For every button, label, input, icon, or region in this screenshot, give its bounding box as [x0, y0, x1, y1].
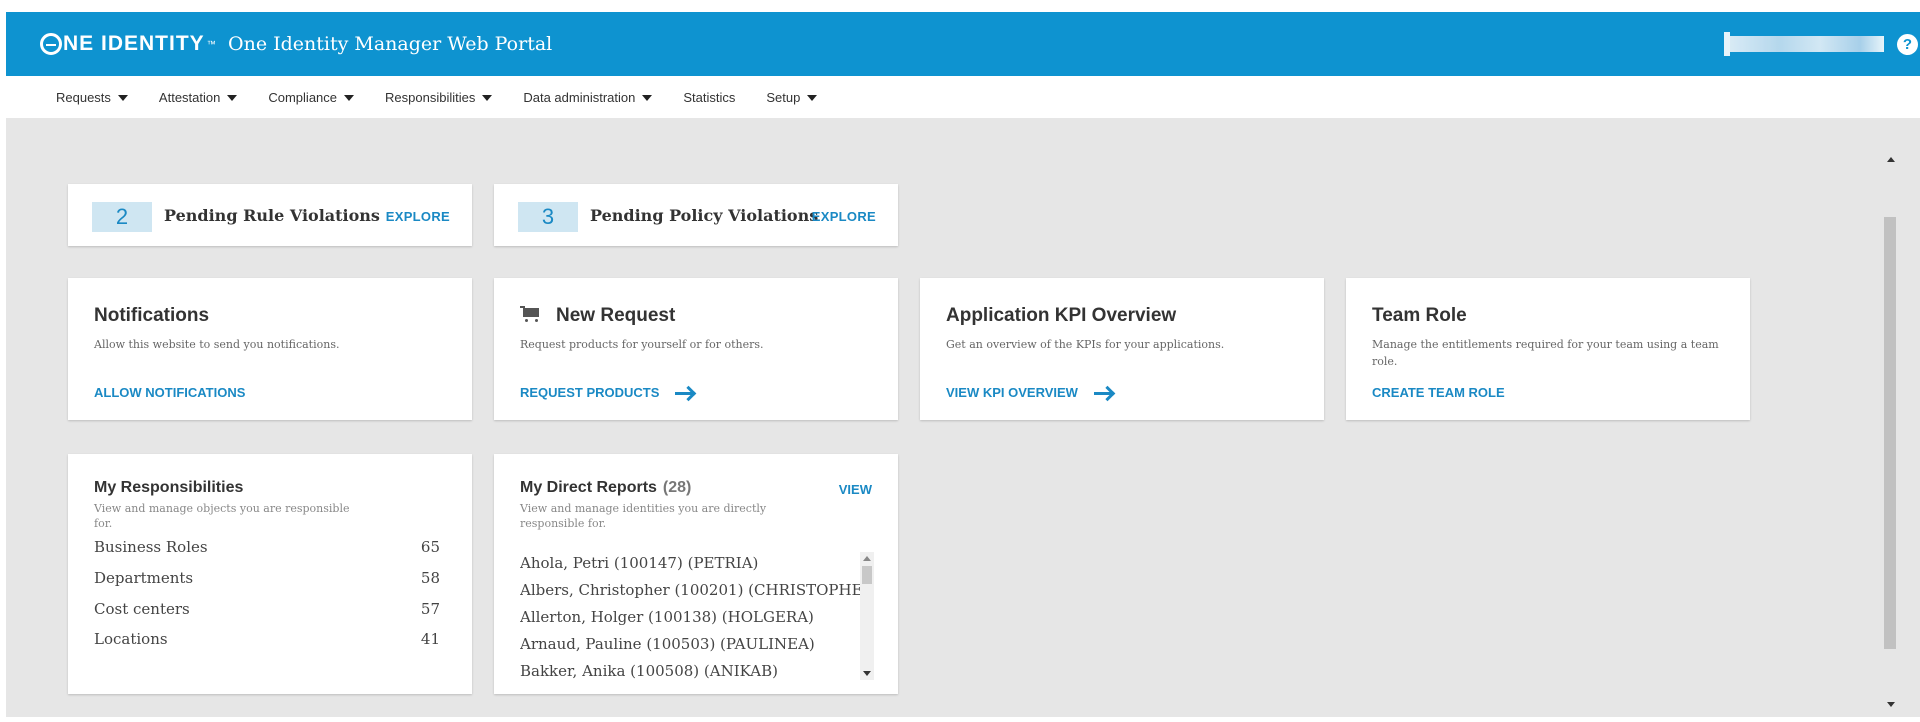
one-identity-logo[interactable]: NE IDENTITY ™	[40, 29, 217, 59]
responsibility-row-cost-centers[interactable]: Cost centers 57	[94, 600, 440, 618]
notifications-tile: Notifications Allow this website to send…	[68, 278, 472, 420]
create-team-role-link[interactable]: CREATE TEAM ROLE	[1372, 385, 1505, 400]
logo-o-icon	[40, 33, 62, 55]
my-direct-reports-card: My Direct Reports (28) VIEW View and mana…	[494, 454, 898, 694]
my-direct-reports-description: View and manage identities you are direc…	[520, 502, 767, 530]
direct-reports-list[interactable]: Ahola, Petri (100147) (PETRIA) Albers, C…	[520, 550, 874, 684]
nav-compliance[interactable]: Compliance	[268, 90, 355, 105]
team-role-description: Manage the entitlements required for you…	[1372, 338, 1719, 368]
team-role-title: Team Role	[1372, 305, 1467, 326]
caret-down-icon	[117, 94, 128, 101]
my-direct-reports-title: My Direct Reports (28)	[520, 479, 692, 496]
rule-violations-label: Pending Rule Violations	[164, 206, 380, 225]
scroll-down-icon[interactable]	[1887, 702, 1895, 707]
notifications-title: Notifications	[94, 305, 210, 326]
notifications-description: Allow this website to send you notificat…	[94, 338, 340, 351]
kpi-overview-tile: Application KPI Overview Get an overview…	[920, 278, 1324, 420]
my-responsibilities-card: My Responsibilities View and manage obje…	[68, 454, 472, 694]
scroll-thumb[interactable]	[1884, 217, 1896, 649]
new-request-description: Request products for yourself or for oth…	[520, 338, 764, 351]
list-item[interactable]: Bakker, Anika (100508) (ANIKAB)	[520, 658, 874, 684]
list-item[interactable]: Albers, Christopher (100201) (CHRISTOPHE…	[520, 577, 874, 604]
new-request-title: New Request	[520, 305, 675, 327]
page-scrollbar[interactable]	[1884, 157, 1898, 717]
nav-statistics[interactable]: Statistics	[683, 90, 735, 105]
nav-setup[interactable]: Setup	[766, 90, 818, 105]
app-window: NE IDENTITY ™ One Identity Manager Web Po…	[6, 12, 1920, 717]
caret-down-icon	[227, 94, 238, 101]
new-request-tile: New Request Request products for yoursel…	[494, 278, 898, 420]
caret-down-icon	[344, 94, 355, 101]
list-item[interactable]: Ahola, Petri (100147) (PETRIA)	[520, 550, 874, 577]
direct-reports-view-link[interactable]: VIEW	[839, 482, 872, 497]
caret-down-icon	[482, 94, 493, 101]
kpi-overview-description: Get an overview of the KPIs for your app…	[946, 338, 1225, 351]
team-role-tile: Team Role Manage the entitlements requir…	[1346, 278, 1750, 420]
cart-icon	[520, 306, 542, 322]
main-nav: Requests Attestation Compliance Responsi…	[6, 76, 1920, 118]
nav-attestation[interactable]: Attestation	[159, 90, 238, 105]
rule-violations-card: 2 Pending Rule Violations EXPLORE	[68, 184, 472, 246]
responsibility-row-departments[interactable]: Departments 58	[94, 569, 440, 587]
portal-title: One Identity Manager Web Portal	[228, 33, 553, 55]
rule-violations-explore-link[interactable]: EXPLORE	[386, 209, 450, 224]
direct-reports-count: (28)	[662, 479, 692, 496]
allow-notifications-link[interactable]: ALLOW NOTIFICATIONS	[94, 385, 245, 400]
my-responsibilities-description: View and manage objects you are responsi…	[94, 502, 350, 530]
header-bar: NE IDENTITY ™ One Identity Manager Web Po…	[6, 12, 1920, 76]
request-products-link[interactable]: REQUEST PRODUCTS	[520, 385, 695, 400]
scroll-down-icon[interactable]	[863, 671, 871, 676]
responsibility-row-business-roles[interactable]: Business Roles 65	[94, 538, 440, 556]
nav-responsibilities[interactable]: Responsibilities	[385, 90, 493, 105]
nav-data-administration[interactable]: Data administration	[523, 90, 653, 105]
kpi-overview-title: Application KPI Overview	[946, 305, 1177, 326]
policy-violations-label: Pending Policy Violations	[590, 206, 819, 225]
arrow-right-icon	[675, 386, 695, 400]
caret-down-icon	[642, 94, 653, 101]
scroll-thumb[interactable]	[862, 566, 872, 584]
policy-violations-explore-link[interactable]: EXPLORE	[812, 209, 876, 224]
question-mark-icon[interactable]: ?	[1897, 34, 1918, 55]
scroll-up-icon[interactable]	[863, 556, 871, 561]
rule-violations-count: 2	[92, 202, 152, 232]
my-responsibilities-title: My Responsibilities	[94, 479, 244, 496]
user-menu[interactable]	[1724, 32, 1884, 56]
caret-down-icon	[807, 94, 818, 101]
view-kpi-overview-link[interactable]: VIEW KPI OVERVIEW	[946, 385, 1114, 400]
scroll-up-icon[interactable]	[1887, 157, 1895, 162]
logo-text: NE IDENTITY	[63, 32, 205, 55]
policy-violations-count: 3	[518, 202, 578, 232]
arrow-right-icon	[1093, 386, 1114, 400]
responsibility-row-locations[interactable]: Locations 41	[94, 630, 440, 648]
list-item[interactable]: Allerton, Holger (100138) (HOLGERA)	[520, 604, 874, 631]
policy-violations-card: 3 Pending Policy Violations EXPLORE	[494, 184, 898, 246]
nav-requests[interactable]: Requests	[56, 90, 128, 105]
direct-reports-scrollbar[interactable]	[860, 552, 874, 680]
list-item[interactable]: Arnaud, Pauline (100503) (PAULINEA)	[520, 631, 874, 658]
